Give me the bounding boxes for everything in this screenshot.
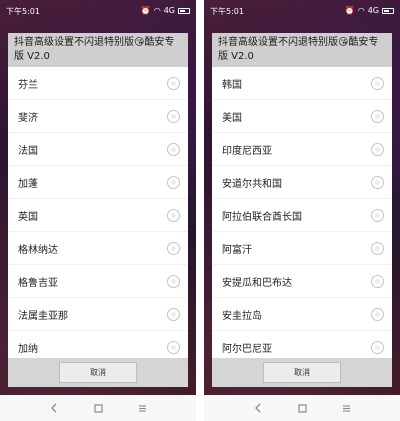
menu-icon[interactable] <box>135 401 149 415</box>
radio-button[interactable] <box>371 340 384 354</box>
country-option[interactable]: 安圭拉岛 <box>212 298 392 331</box>
country-label: 阿拉伯联合酋长国 <box>222 211 302 223</box>
country-option[interactable]: 阿拉伯联合酋长国 <box>212 199 392 232</box>
menu-icon[interactable] <box>339 401 353 415</box>
status-bar: 下午5:01 ⏰ ◠ 4G <box>0 0 196 22</box>
battery-icon <box>178 8 190 14</box>
radio-button[interactable] <box>167 142 180 156</box>
radio-button[interactable] <box>371 208 384 222</box>
country-label: 加蓬 <box>18 178 38 190</box>
country-label: 安提瓜和巴布达 <box>222 277 292 289</box>
radio-button[interactable] <box>371 274 384 288</box>
divider <box>196 0 204 421</box>
radio-button[interactable] <box>167 340 180 354</box>
country-picker-dialog: 抖音高级设置不闪退特别版😘酷安专版 V2.0 芬兰斐济法国加蓬英国格林纳达格鲁吉… <box>8 33 188 387</box>
country-label: 法国 <box>18 145 38 157</box>
radio-button[interactable] <box>167 274 180 288</box>
radio-button[interactable] <box>371 76 384 90</box>
country-picker-dialog: 抖音高级设置不闪退特别版😘酷安专版 V2.0 韩国美国印度尼西亚安道尔共和国阿拉… <box>212 33 392 387</box>
battery-icon <box>382 8 394 14</box>
wifi-icon: ◠ <box>357 6 365 15</box>
country-option[interactable]: 印度尼西亚 <box>212 133 392 166</box>
status-icons: ⏰ ◠ 4G <box>345 7 394 15</box>
status-bar: 下午5:01 ⏰ ◠ 4G <box>204 0 400 22</box>
back-icon[interactable] <box>251 401 265 415</box>
radio-button[interactable] <box>371 175 384 189</box>
dialog-footer: 取消 <box>8 358 188 387</box>
radio-button[interactable] <box>371 307 384 321</box>
country-option[interactable]: 斐济 <box>8 100 188 133</box>
country-label: 阿富汗 <box>222 244 252 256</box>
navigation-bar <box>204 395 400 421</box>
country-option[interactable]: 加蓬 <box>8 166 188 199</box>
phone-screen-right: 下午5:01 ⏰ ◠ 4G 抖音高级设置不闪退特别版😘酷安专版 V2.0 韩国美… <box>204 0 400 421</box>
country-option[interactable]: 阿富汗 <box>212 232 392 265</box>
alarm-icon: ⏰ <box>344 6 355 15</box>
signal-label: 4G <box>163 6 175 15</box>
radio-button[interactable] <box>371 109 384 123</box>
country-option[interactable]: 法属圭亚那 <box>8 298 188 331</box>
screenshot-comparison: 下午5:01 ⏰ ◠ 4G 抖音高级设置不闪退特别版😘酷安专版 V2.0 芬兰斐… <box>0 0 400 421</box>
radio-button[interactable] <box>371 142 384 156</box>
cancel-button[interactable]: 取消 <box>59 362 137 383</box>
radio-button[interactable] <box>167 109 180 123</box>
country-option[interactable]: 格鲁吉亚 <box>8 265 188 298</box>
country-label: 美国 <box>222 112 242 124</box>
cancel-button[interactable]: 取消 <box>263 362 341 383</box>
dialog-footer: 取消 <box>212 358 392 387</box>
dialog-title: 抖音高级设置不闪退特别版😘酷安专版 V2.0 <box>8 33 188 67</box>
radio-button[interactable] <box>167 175 180 189</box>
country-label: 芬兰 <box>18 79 38 91</box>
status-time: 下午5:01 <box>210 6 244 16</box>
country-label: 加纳 <box>18 343 38 355</box>
country-label: 阿尔巴尼亚 <box>222 343 272 355</box>
country-option[interactable]: 格林纳达 <box>8 232 188 265</box>
country-label: 印度尼西亚 <box>222 145 272 157</box>
country-option[interactable]: 美国 <box>212 100 392 133</box>
status-time: 下午5:01 <box>6 6 40 16</box>
country-label: 安圭拉岛 <box>222 310 262 322</box>
country-option[interactable]: 安道尔共和国 <box>212 166 392 199</box>
radio-button[interactable] <box>371 241 384 255</box>
phone-screen-left: 下午5:01 ⏰ ◠ 4G 抖音高级设置不闪退特别版😘酷安专版 V2.0 芬兰斐… <box>0 0 196 421</box>
navigation-bar <box>0 395 196 421</box>
radio-button[interactable] <box>167 76 180 90</box>
country-label: 安道尔共和国 <box>222 178 282 190</box>
country-option[interactable]: 安提瓜和巴布达 <box>212 265 392 298</box>
country-label: 斐济 <box>18 112 38 124</box>
country-label: 英国 <box>18 211 38 223</box>
dialog-title: 抖音高级设置不闪退特别版😘酷安专版 V2.0 <box>212 33 392 67</box>
home-icon[interactable] <box>295 401 309 415</box>
country-label: 格鲁吉亚 <box>18 277 58 289</box>
country-option[interactable]: 英国 <box>8 199 188 232</box>
radio-button[interactable] <box>167 208 180 222</box>
radio-button[interactable] <box>167 241 180 255</box>
country-option[interactable]: 法国 <box>8 133 188 166</box>
country-label: 格林纳达 <box>18 244 58 256</box>
country-option[interactable]: 韩国 <box>212 67 392 100</box>
country-option[interactable]: 芬兰 <box>8 67 188 100</box>
wifi-icon: ◠ <box>153 6 161 15</box>
country-list: 芬兰斐济法国加蓬英国格林纳达格鲁吉亚法属圭亚那加纳 <box>8 67 188 364</box>
home-icon[interactable] <box>91 401 105 415</box>
alarm-icon: ⏰ <box>140 6 151 15</box>
radio-button[interactable] <box>167 307 180 321</box>
country-label: 韩国 <box>222 79 242 91</box>
signal-label: 4G <box>367 6 379 15</box>
country-list: 韩国美国印度尼西亚安道尔共和国阿拉伯联合酋长国 阿富汗安提瓜和巴布达 安圭拉岛阿尔巴… <box>212 67 392 364</box>
back-icon[interactable] <box>47 401 61 415</box>
status-icons: ⏰ ◠ 4G <box>141 7 190 15</box>
country-label: 法属圭亚那 <box>18 310 68 322</box>
